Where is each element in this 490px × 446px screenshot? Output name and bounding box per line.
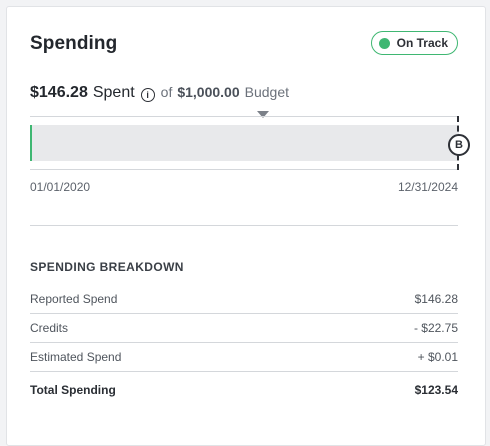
breakdown-row-reported: Reported Spend $146.28 (30, 285, 458, 314)
progress-bar-background (30, 125, 459, 161)
breakdown-row-value: $146.28 (414, 292, 458, 306)
breakdown-row-value: + $0.01 (417, 350, 458, 364)
total-spending-label: Total Spending (30, 383, 116, 397)
of-label: of (160, 84, 173, 100)
card-title: Spending (30, 33, 118, 54)
card-content: Spending On Track $146.28 Spent i of $1,… (30, 7, 470, 445)
breakdown-row-label: Reported Spend (30, 292, 118, 306)
breakdown-row-estimated: Estimated Spend + $0.01 (30, 343, 458, 372)
status-badge: On Track (370, 31, 458, 55)
breakdown-table: Reported Spend $146.28 Credits - $22.75 … (30, 285, 458, 408)
breakdown-row-value: - $22.75 (413, 321, 458, 335)
progress-bar-fill (30, 125, 32, 161)
period-end-date: 12/31/2024 (397, 180, 458, 194)
breakdown-row-label: Estimated Spend (30, 350, 122, 364)
budget-marker-icon[interactable]: B (448, 134, 470, 156)
section-divider (30, 225, 458, 226)
total-spending-value: $123.54 (414, 383, 458, 397)
breakdown-title: SPENDING BREAKDOWN (30, 260, 184, 274)
budget-label: Budget (244, 84, 290, 100)
spend-summary: $146.28 Spent i of $1,000.00 Budget (30, 84, 289, 102)
status-badge-label: On Track (396, 36, 448, 50)
spent-label: Spent (92, 84, 135, 101)
spending-card: Spending On Track $146.28 Spent i of $1,… (6, 6, 486, 446)
breakdown-row-credits: Credits - $22.75 (30, 314, 458, 343)
spending-progress-track: B (30, 116, 470, 170)
breakdown-row-label: Credits (30, 321, 69, 335)
budget-amount: $1,000.00 (177, 84, 240, 100)
breakdown-row-total: Total Spending $123.54 (30, 372, 458, 408)
status-dot-icon (378, 37, 390, 49)
period-start-date: 01/01/2020 (30, 180, 91, 194)
spent-amount: $146.28 (30, 84, 88, 101)
info-icon[interactable]: i (140, 88, 155, 102)
